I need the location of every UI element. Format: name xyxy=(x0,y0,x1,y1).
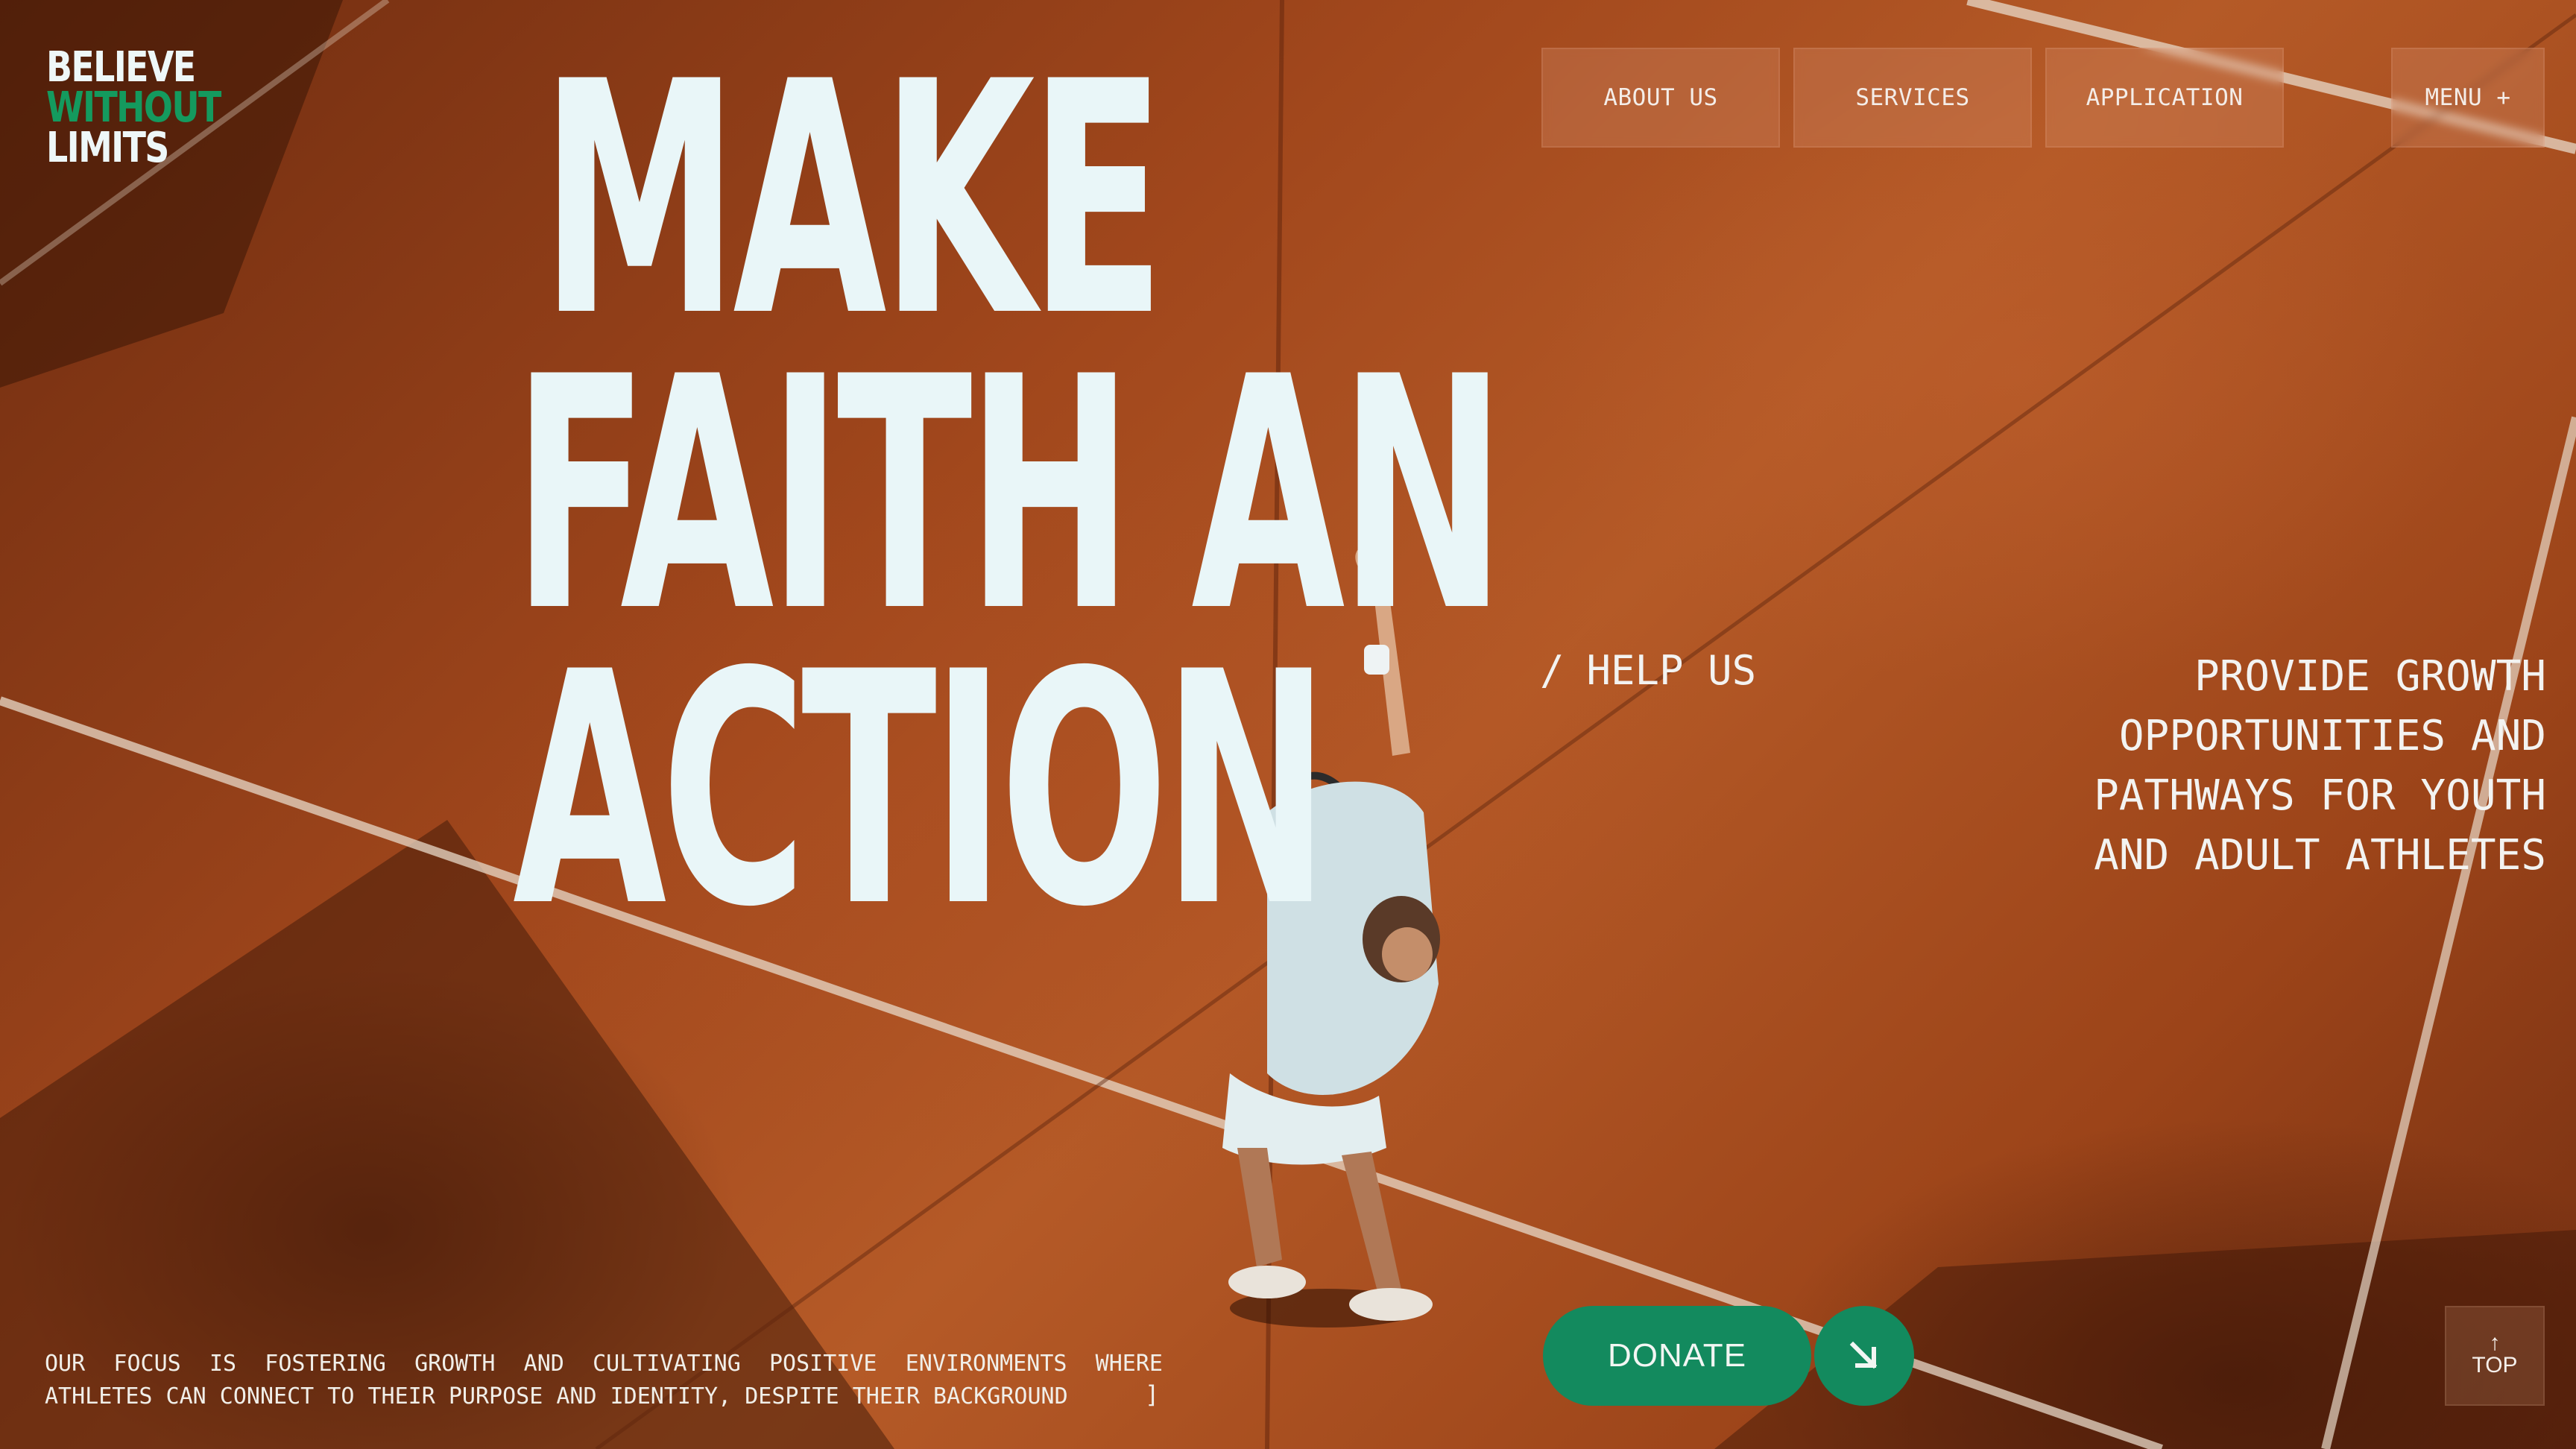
focus-line-2: ATHLETES CAN CONNECT TO THEIR PURPOSE AN… xyxy=(45,1383,1068,1409)
focus-paragraph: OUR FOCUS IS FOSTERING GROWTH AND CULTIV… xyxy=(45,1348,1163,1413)
focus-line-1: OUR FOCUS IS FOSTERING GROWTH AND CULTIV… xyxy=(45,1351,1163,1377)
donate-arrow-button[interactable] xyxy=(1814,1306,1914,1406)
help-us-text: HELP US xyxy=(1586,647,1757,694)
mission-statement: PROVIDE GROWTH OPPORTUNITIES AND PATHWAY… xyxy=(2094,652,2546,880)
headline-line-1: MAKE xyxy=(540,14,1165,388)
help-us-label: / HELP US xyxy=(1540,647,1756,694)
nav-services-button[interactable]: SERVICES xyxy=(1793,48,2032,148)
scroll-top-button[interactable]: ↑ TOP xyxy=(2445,1306,2545,1406)
top-label: TOP xyxy=(2472,1353,2518,1377)
arrow-up-icon: ↑ xyxy=(2489,1330,2501,1355)
menu-button[interactable]: MENU + xyxy=(2391,48,2545,148)
help-slash: / xyxy=(1540,647,1565,694)
nav-application-button[interactable]: APPLICATION xyxy=(2045,48,2284,148)
headline-line-3: ACTION xyxy=(513,604,1330,978)
nav-about-us-button[interactable]: ABOUT US xyxy=(1541,48,1780,148)
arrow-down-right-icon xyxy=(1849,1341,1878,1369)
headline-line-2: FAITH AN xyxy=(513,309,1506,683)
focus-bracket: ] xyxy=(1145,1380,1160,1409)
hero-headline: MAKE FAITH AN ACTION xyxy=(116,14,1506,978)
hero-section: BELIEVE WITHOUT LIMITS MAKE FAITH AN ACT… xyxy=(0,0,2576,1449)
donate-button[interactable]: DONATE xyxy=(1543,1306,1811,1406)
